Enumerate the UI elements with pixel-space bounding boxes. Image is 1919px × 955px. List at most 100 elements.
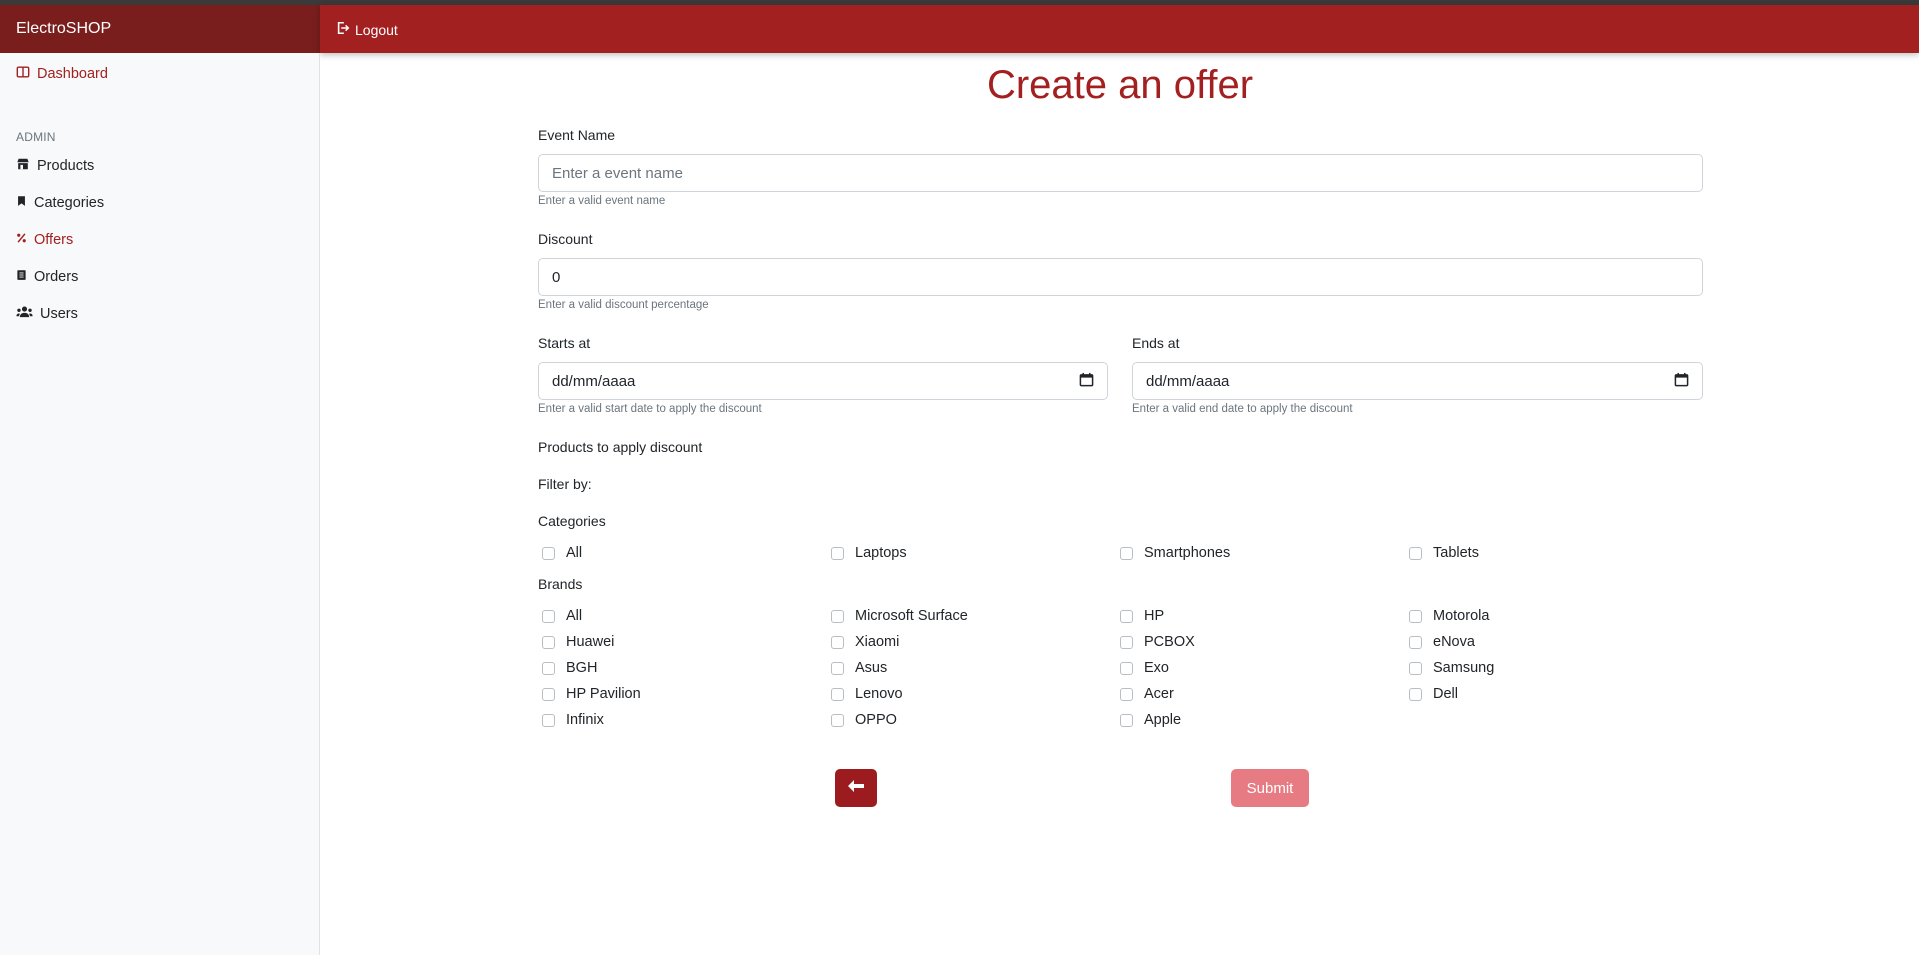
checkbox[interactable] [542, 546, 555, 560]
ends-at-label: Ends at [1132, 335, 1180, 351]
ends-at-value: dd/mm/aaaa [1146, 372, 1230, 390]
brand-checkbox-dell[interactable]: Dell [1409, 686, 1458, 702]
checkbox-label: Tablets [1433, 545, 1479, 561]
brand-checkbox-huawei[interactable]: Huawei [542, 634, 614, 650]
sidebar-item-products[interactable]: Products [16, 157, 94, 175]
checkbox[interactable] [1409, 609, 1422, 623]
sidebar: Dashboard ADMIN Products Categories Offe… [0, 53, 320, 955]
sidebar-item-label: Dashboard [37, 66, 108, 82]
main-content: Create an offer Event Name Enter a event… [321, 53, 1919, 955]
calendar-icon[interactable] [1674, 372, 1689, 391]
sidebar-item-label: Users [40, 306, 78, 322]
checkbox-label: eNova [1433, 634, 1475, 650]
store-icon [16, 157, 30, 175]
brand-checkbox-acer[interactable]: Acer [1120, 686, 1174, 702]
checkbox-label: Acer [1144, 686, 1174, 702]
calendar-icon[interactable] [1079, 372, 1094, 391]
brand-checkbox-pcbox[interactable]: PCBOX [1120, 634, 1195, 650]
brand-checkbox-enova[interactable]: eNova [1409, 634, 1475, 650]
checkbox[interactable] [542, 687, 555, 701]
starts-at-help: Enter a valid start date to apply the di… [538, 403, 762, 415]
back-button[interactable] [835, 769, 877, 807]
checkbox[interactable] [1120, 687, 1133, 701]
category-checkbox-laptops[interactable]: Laptops [831, 545, 907, 561]
checkbox[interactable] [542, 635, 555, 649]
event-name-input[interactable]: Enter a event name [538, 154, 1703, 192]
checkbox-label: HP [1144, 608, 1165, 624]
starts-at-label: Starts at [538, 335, 591, 351]
sidebar-item-label: Offers [34, 232, 74, 248]
brand-checkbox-exo[interactable]: Exo [1120, 660, 1169, 676]
discount-help: Enter a valid discount percentage [538, 299, 709, 311]
brand-checkbox-lenovo[interactable]: Lenovo [831, 686, 903, 702]
checkbox[interactable] [1120, 609, 1133, 623]
products-heading: Products to apply discount [538, 439, 703, 455]
checkbox[interactable] [1120, 661, 1133, 675]
brand-name: ElectroSHOP [16, 20, 112, 37]
brand-checkbox-hp[interactable]: HP [1120, 608, 1164, 624]
checkbox[interactable] [1120, 713, 1133, 727]
brand-checkbox-microsoft-surface[interactable]: Microsoft Surface [831, 608, 968, 624]
brand-checkbox-asus[interactable]: Asus [831, 660, 887, 676]
starts-at-input[interactable]: dd/mm/aaaa [538, 362, 1108, 400]
brands-label: Brands [538, 576, 583, 592]
checkbox-label: All [566, 545, 583, 561]
checkbox[interactable] [1409, 661, 1422, 675]
brand-checkbox-all[interactable]: All [542, 608, 582, 624]
brand-checkbox-samsung[interactable]: Samsung [1409, 660, 1494, 676]
checkbox[interactable] [542, 661, 555, 675]
discount-input[interactable]: 0 [538, 258, 1703, 296]
logout-button[interactable]: Logout [336, 21, 398, 38]
checkbox[interactable] [1120, 635, 1133, 649]
event-name-help: Enter a valid event name [538, 195, 666, 207]
category-checkbox-tablets[interactable]: Tablets [1409, 545, 1479, 561]
checkbox[interactable] [831, 609, 844, 623]
brand-checkbox-hp-pavilion[interactable]: HP Pavilion [542, 686, 641, 702]
ends-at-help: Enter a valid end date to apply the disc… [1132, 403, 1353, 415]
brand-checkbox-xiaomi[interactable]: Xiaomi [831, 634, 899, 650]
sidebar-section-admin: ADMIN [16, 130, 56, 144]
sidebar-item-users[interactable]: Users [16, 305, 78, 323]
checkbox[interactable] [542, 609, 555, 623]
checkbox-label: Xiaomi [855, 634, 900, 650]
bookmark-icon [16, 194, 27, 212]
sidebar-item-categories[interactable]: Categories [16, 194, 104, 212]
sidebar-item-dashboard[interactable]: Dashboard [16, 65, 108, 83]
filter-by-label: Filter by: [538, 476, 592, 492]
brand-checkbox-apple[interactable]: Apple [1120, 712, 1181, 728]
checkbox-label: Microsoft Surface [855, 608, 968, 624]
checkbox-label: All [566, 608, 583, 624]
brand-checkbox-infinix[interactable]: Infinix [542, 712, 604, 728]
columns-icon [16, 65, 30, 83]
checkbox[interactable] [1409, 635, 1422, 649]
checkbox-label: Huawei [566, 634, 615, 650]
category-checkbox-all[interactable]: All [542, 545, 582, 561]
brand-checkbox-motorola[interactable]: Motorola [1409, 608, 1489, 624]
checkbox-label: Dell [1433, 686, 1458, 702]
receipt-icon [16, 268, 27, 286]
sidebar-item-offers[interactable]: Offers [16, 231, 73, 249]
category-checkbox-smartphones[interactable]: Smartphones [1120, 545, 1230, 561]
checkbox-label: Exo [1144, 660, 1169, 676]
checkbox[interactable] [1409, 687, 1422, 701]
checkbox-label: Lenovo [855, 686, 903, 702]
checkbox-label: BGH [566, 660, 598, 676]
sidebar-item-orders[interactable]: Orders [16, 268, 78, 286]
checkbox[interactable] [831, 661, 844, 675]
brand-logo[interactable]: ElectroSHOP [0, 5, 320, 53]
checkbox-label: Apple [1144, 712, 1182, 728]
event-name-label: Event Name [538, 127, 616, 143]
brand-checkbox-oppo[interactable]: OPPO [831, 712, 897, 728]
checkbox[interactable] [1120, 546, 1133, 560]
checkbox[interactable] [542, 713, 555, 727]
ends-at-input[interactable]: dd/mm/aaaa [1132, 362, 1703, 400]
checkbox[interactable] [831, 687, 844, 701]
checkbox[interactable] [1409, 546, 1422, 560]
percent-icon [16, 231, 27, 249]
checkbox[interactable] [831, 713, 844, 727]
submit-button[interactable]: Submit [1231, 769, 1309, 807]
brand-checkbox-bgh[interactable]: BGH [542, 660, 597, 676]
checkbox[interactable] [831, 635, 844, 649]
checkbox[interactable] [831, 546, 844, 560]
discount-label: Discount [538, 231, 593, 247]
